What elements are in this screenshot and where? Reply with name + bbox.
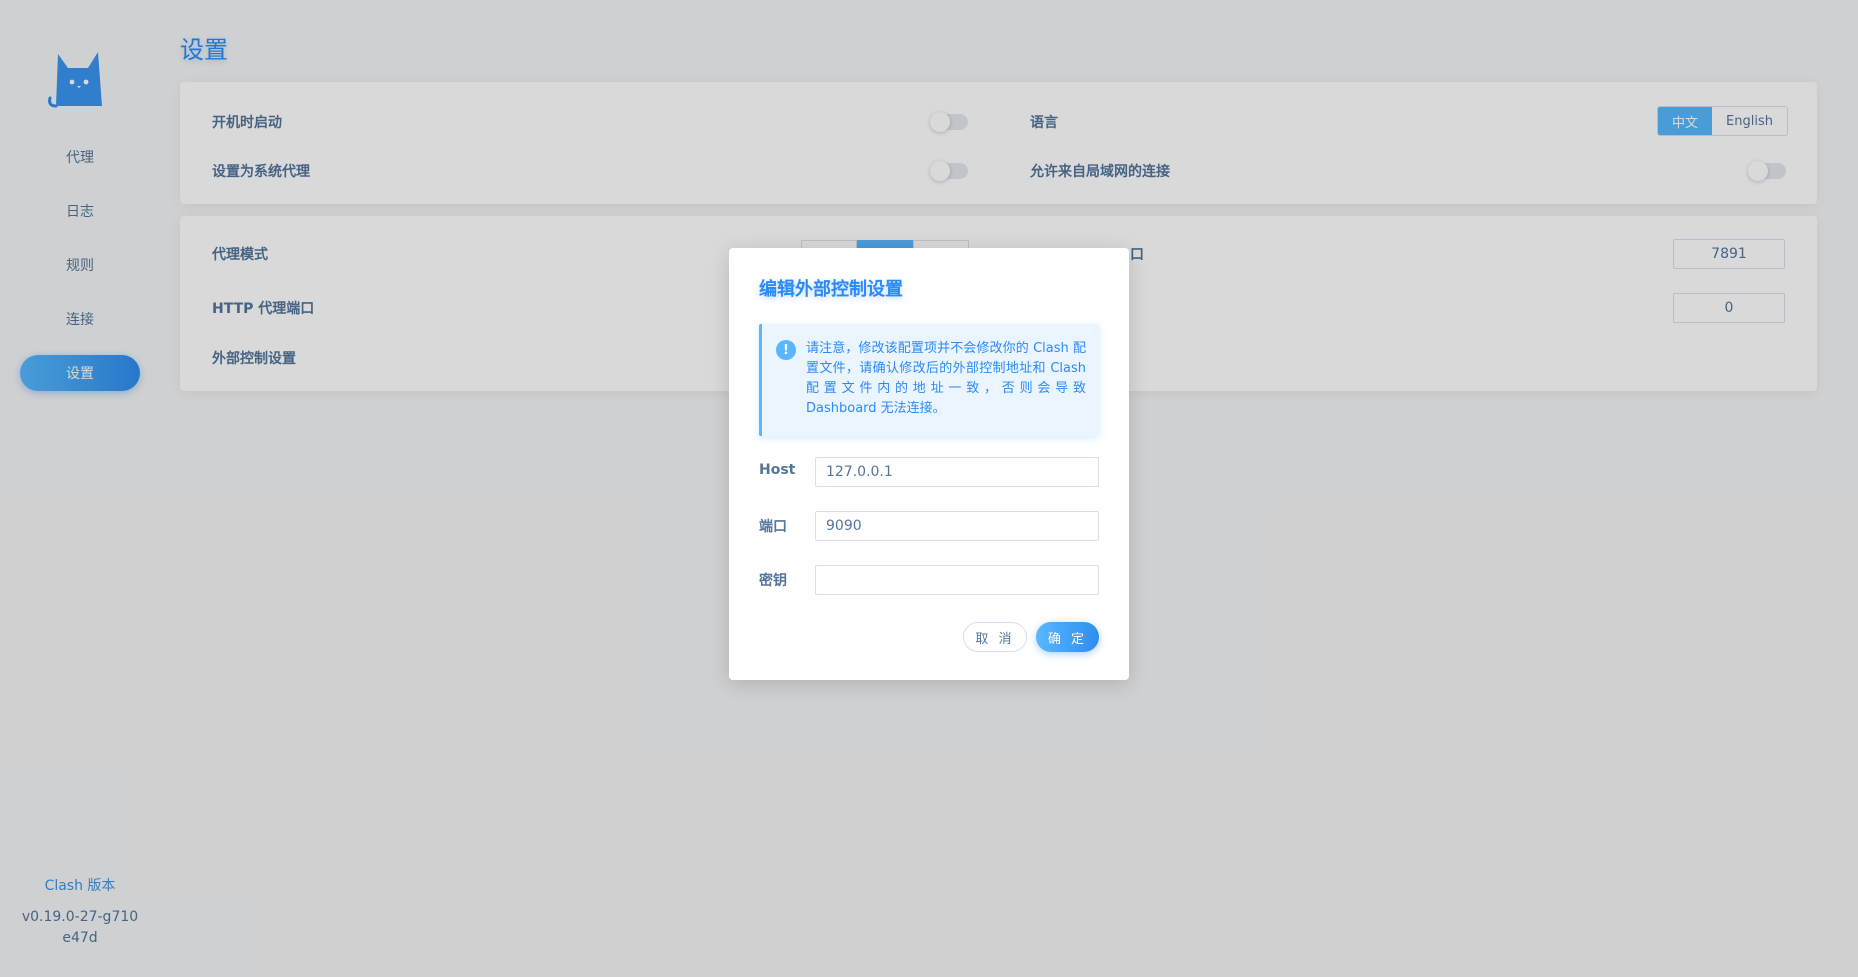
cancel-button[interactable]: 取 消 [963,622,1027,652]
modal-title: 编辑外部控制设置 [759,279,903,300]
info-icon: ! [776,340,796,360]
confirm-button[interactable]: 确 定 [1036,622,1099,652]
secret-label: 密钥 [759,573,787,589]
host-input[interactable] [815,457,1099,487]
port-label: 端口 [759,519,787,535]
host-label: Host [759,462,796,478]
info-alert: ! 请注意，修改该配置项并不会修改你的 Clash 配置文件，请确认修改后的外部… [759,324,1099,436]
alert-text: 请注意，修改该配置项并不会修改你的 Clash 配置文件，请确认修改后的外部控制… [806,341,1086,416]
port-input[interactable] [815,511,1099,541]
external-control-modal: 编辑外部控制设置 ! 请注意，修改该配置项并不会修改你的 Clash 配置文件，… [729,248,1129,680]
secret-input[interactable] [815,565,1099,595]
